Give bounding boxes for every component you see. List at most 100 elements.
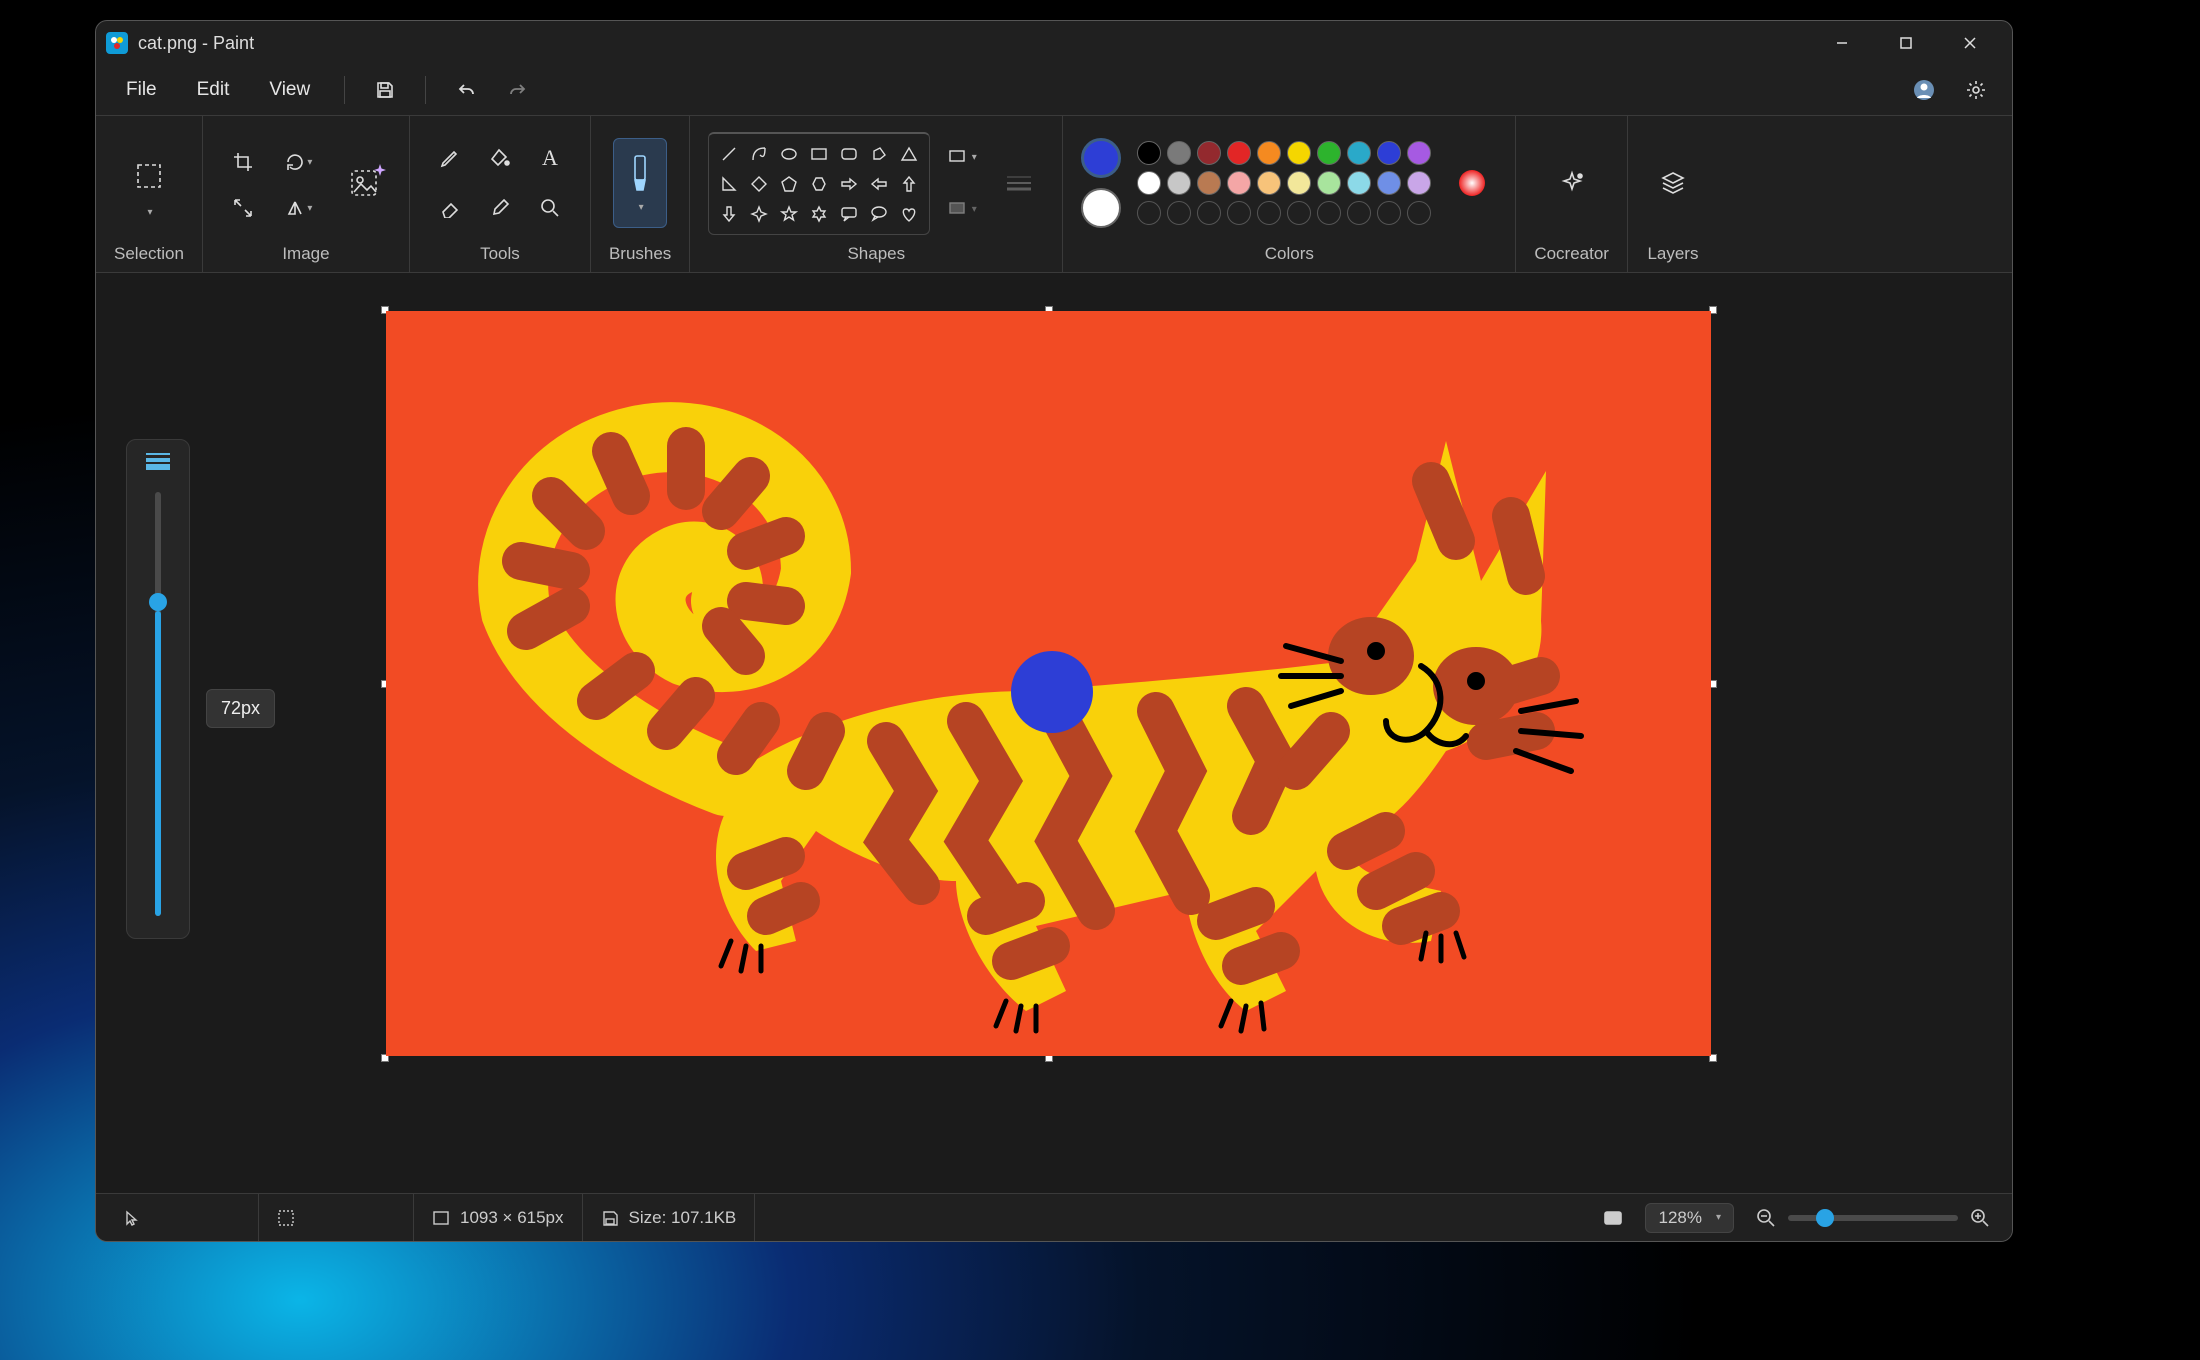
shape-curve[interactable] xyxy=(745,140,773,168)
primary-color[interactable] xyxy=(1081,138,1121,178)
color-swatch[interactable] xyxy=(1317,171,1341,195)
edit-colors-button[interactable] xyxy=(1447,158,1497,208)
color-swatch[interactable] xyxy=(1197,171,1221,195)
fit-to-window-button[interactable] xyxy=(1591,1196,1635,1240)
pencil-tool[interactable] xyxy=(428,136,472,180)
shape-callout-round[interactable] xyxy=(865,200,893,228)
shape-diamond[interactable] xyxy=(745,170,773,198)
stroke-width-button[interactable] xyxy=(994,161,1044,205)
remove-background-tool[interactable] xyxy=(337,156,391,210)
cursor-icon xyxy=(124,1210,140,1226)
color-swatch[interactable] xyxy=(1347,171,1371,195)
shape-arrow-right[interactable] xyxy=(835,170,863,198)
rotate-tool[interactable]: ▾ xyxy=(277,140,321,184)
color-swatch[interactable] xyxy=(1257,201,1281,225)
close-button[interactable] xyxy=(1938,21,2002,65)
color-swatch[interactable] xyxy=(1197,141,1221,165)
color-swatch[interactable] xyxy=(1227,201,1251,225)
group-label-colors: Colors xyxy=(1265,244,1314,264)
color-swatch[interactable] xyxy=(1317,201,1341,225)
menu-view[interactable]: View xyxy=(253,71,326,109)
shape-arrow-left[interactable] xyxy=(865,170,893,198)
resize-tool[interactable] xyxy=(221,186,265,230)
color-swatch[interactable] xyxy=(1167,141,1191,165)
eyedropper-tool[interactable] xyxy=(478,186,522,230)
color-swatch[interactable] xyxy=(1377,141,1401,165)
group-label-cocreator: Cocreator xyxy=(1534,244,1609,264)
fill-tool[interactable] xyxy=(478,136,522,180)
shape-line[interactable] xyxy=(715,140,743,168)
brush-size-slider[interactable] xyxy=(155,492,161,916)
shape-star5[interactable] xyxy=(775,200,803,228)
color-swatch[interactable] xyxy=(1227,141,1251,165)
menu-edit[interactable]: Edit xyxy=(181,71,246,109)
color-swatch[interactable] xyxy=(1257,171,1281,195)
color-swatch[interactable] xyxy=(1227,171,1251,195)
shape-pentagon[interactable] xyxy=(775,170,803,198)
cocreator-button[interactable] xyxy=(1545,156,1599,210)
chevron-down-icon[interactable]: ▾ xyxy=(147,207,152,218)
flip-tool[interactable]: ▾ xyxy=(277,186,321,230)
canvas-area: 72px xyxy=(96,273,2012,1193)
brush-tool[interactable]: ▾ xyxy=(613,138,667,228)
settings-button[interactable] xyxy=(1954,68,1998,112)
shape-heart[interactable] xyxy=(895,200,923,228)
shape-fill-button[interactable]: ▾ xyxy=(940,187,984,231)
zoom-out-button[interactable] xyxy=(1744,1196,1788,1240)
window-controls xyxy=(1810,21,2002,65)
eraser-tool[interactable] xyxy=(428,186,472,230)
redo-button[interactable] xyxy=(496,68,540,112)
undo-button[interactable] xyxy=(444,68,488,112)
canvas[interactable] xyxy=(386,311,1711,1056)
zoom-level-dropdown[interactable]: 128% ▾ xyxy=(1645,1203,1734,1233)
color-swatch[interactable] xyxy=(1287,171,1311,195)
color-swatch[interactable] xyxy=(1347,141,1371,165)
color-swatch[interactable] xyxy=(1137,141,1161,165)
color-swatch[interactable] xyxy=(1257,141,1281,165)
shape-star6[interactable] xyxy=(805,200,833,228)
color-swatch[interactable] xyxy=(1407,141,1431,165)
color-swatch[interactable] xyxy=(1287,201,1311,225)
shape-oval[interactable] xyxy=(775,140,803,168)
color-swatch[interactable] xyxy=(1167,171,1191,195)
color-swatch[interactable] xyxy=(1347,201,1371,225)
secondary-color[interactable] xyxy=(1081,188,1121,228)
text-tool[interactable]: A xyxy=(528,136,572,180)
shape-arrow-up[interactable] xyxy=(895,170,923,198)
shape-outline-button[interactable]: ▾ xyxy=(940,135,984,179)
minimize-button[interactable] xyxy=(1810,21,1874,65)
shape-rect[interactable] xyxy=(805,140,833,168)
zoom-slider[interactable] xyxy=(1788,1215,1958,1221)
color-swatch[interactable] xyxy=(1377,171,1401,195)
color-swatch[interactable] xyxy=(1197,201,1221,225)
account-button[interactable] xyxy=(1902,68,1946,112)
shape-hexagon[interactable] xyxy=(805,170,833,198)
shape-polygon[interactable] xyxy=(865,140,893,168)
maximize-button[interactable] xyxy=(1874,21,1938,65)
color-swatch[interactable] xyxy=(1137,201,1161,225)
layers-button[interactable] xyxy=(1646,156,1700,210)
shape-arrow-down[interactable] xyxy=(715,200,743,228)
color-swatch[interactable] xyxy=(1407,171,1431,195)
crop-tool[interactable] xyxy=(221,140,265,184)
color-swatch[interactable] xyxy=(1287,141,1311,165)
color-swatch[interactable] xyxy=(1317,141,1341,165)
menu-file[interactable]: File xyxy=(110,71,173,109)
selection-tool[interactable] xyxy=(122,149,176,203)
color-swatch[interactable] xyxy=(1137,171,1161,195)
color-swatch[interactable] xyxy=(1407,201,1431,225)
save-button[interactable] xyxy=(363,68,407,112)
window-title: cat.png - Paint xyxy=(138,33,254,54)
shape-star4[interactable] xyxy=(745,200,773,228)
color-swatch[interactable] xyxy=(1377,201,1401,225)
magnifier-tool[interactable] xyxy=(528,186,572,230)
shape-roundrect[interactable] xyxy=(835,140,863,168)
zoom-in-button[interactable] xyxy=(1958,1196,2002,1240)
brush-size-panel xyxy=(126,439,190,939)
color-swatch[interactable] xyxy=(1167,201,1191,225)
shape-callout[interactable] xyxy=(835,200,863,228)
shape-triangle[interactable] xyxy=(895,140,923,168)
shape-right-triangle[interactable] xyxy=(715,170,743,198)
thickness-icon xyxy=(144,450,172,470)
shapes-gallery[interactable] xyxy=(708,132,930,235)
